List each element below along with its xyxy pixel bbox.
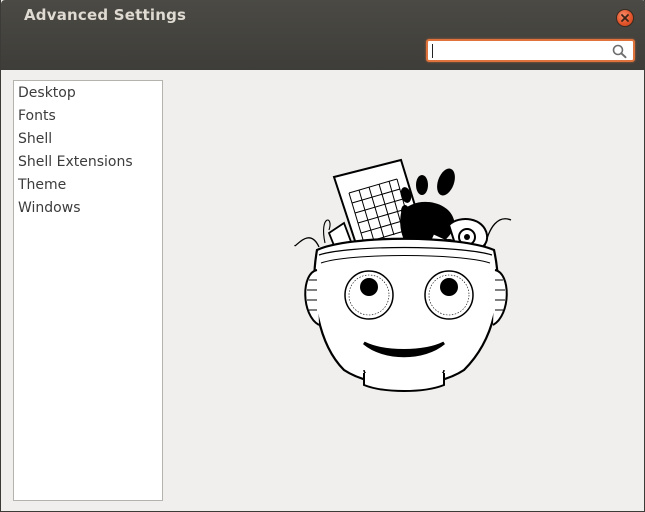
sidebar-item-desktop[interactable]: Desktop [14, 84, 162, 107]
tweak-tool-head-illustration [294, 158, 512, 392]
sidebar-item-theme[interactable]: Theme [14, 176, 162, 199]
text-cursor [432, 44, 433, 58]
header-bar: Advanced Settings [1, 0, 645, 70]
app-window: Advanced Settings Desktop Fonts Shell Sh… [0, 0, 645, 512]
close-button[interactable] [616, 9, 634, 27]
sidebar-item-shell-extensions[interactable]: Shell Extensions [14, 153, 162, 176]
search-input[interactable] [432, 42, 602, 59]
search-field[interactable] [426, 39, 635, 62]
sidebar-item-shell[interactable]: Shell [14, 130, 162, 153]
sidebar-item-fonts[interactable]: Fonts [14, 107, 162, 130]
head-icon [304, 237, 508, 392]
sidebar-item-windows[interactable]: Windows [14, 199, 162, 222]
close-icon [621, 14, 629, 22]
category-list: Desktop Fonts Shell Shell Extensions The… [14, 81, 162, 222]
search-icon[interactable] [611, 43, 629, 59]
category-sidebar: Desktop Fonts Shell Shell Extensions The… [13, 80, 163, 501]
window-title: Advanced Settings [24, 6, 187, 24]
